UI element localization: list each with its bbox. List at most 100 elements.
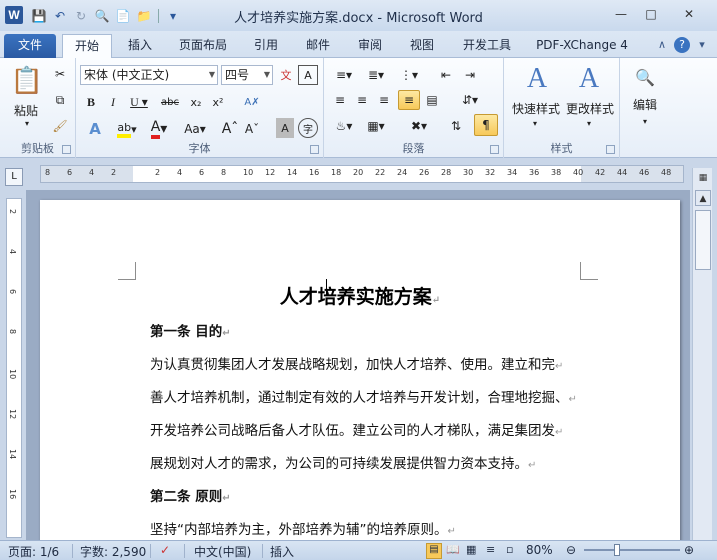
tab-mailings[interactable]: 邮件: [296, 34, 340, 58]
styles-launcher-icon[interactable]: [606, 145, 615, 154]
close-button[interactable]: ✕: [667, 4, 711, 24]
ruler-toggle-icon[interactable]: ▦: [695, 170, 711, 186]
font-size-dropdown[interactable]: 四号 ▼: [221, 65, 273, 85]
spell-check-icon[interactable]: ✓: [160, 543, 170, 557]
print-layout-icon[interactable]: ▤: [426, 543, 442, 559]
section-heading[interactable]: 第二条 原则↵: [150, 485, 231, 505]
vertical-scrollbar[interactable]: ▦ ▲: [692, 168, 712, 540]
paste-options-icon[interactable]: ▾: [22, 118, 32, 128]
insert-mode-indicator[interactable]: 插入: [270, 543, 294, 560]
character-shading-icon[interactable]: A: [276, 118, 294, 138]
shading-icon[interactable]: ♨▾: [330, 116, 358, 136]
enclose-characters-icon[interactable]: 字: [298, 118, 318, 138]
minimize-ribbon-icon[interactable]: ∧: [654, 37, 670, 53]
tab-home[interactable]: 开始: [62, 34, 112, 59]
font-color-icon[interactable]: A ▾: [146, 118, 172, 140]
cut-icon[interactable]: ✂: [50, 64, 70, 84]
line-spacing-icon[interactable]: ⇵▾: [456, 90, 484, 110]
zoom-slider-thumb[interactable]: [614, 544, 620, 556]
phonetic-guide-icon[interactable]: 文: [276, 65, 296, 85]
zoom-slider[interactable]: [584, 549, 680, 551]
align-left-icon[interactable]: ≡: [330, 90, 350, 110]
page-count[interactable]: 页面: 1/6: [8, 543, 59, 560]
borders-icon[interactable]: ▦▾: [362, 116, 390, 136]
full-screen-reading-icon[interactable]: 📖: [446, 543, 460, 556]
strikethrough-icon[interactable]: abc: [158, 92, 182, 112]
bold-icon[interactable]: B: [82, 92, 100, 112]
copy-icon[interactable]: ⧉: [50, 90, 70, 110]
tab-references[interactable]: 引用: [244, 34, 288, 58]
minimize-button[interactable]: —: [607, 4, 635, 24]
grow-font-icon[interactable]: Aˆ: [220, 118, 240, 140]
ribbon-options-icon[interactable]: ▾: [694, 37, 710, 53]
change-styles-button[interactable]: 更改样式: [562, 100, 618, 117]
quick-styles-button[interactable]: 快速样式: [508, 100, 564, 117]
document-title[interactable]: 人才培养实施方案↵: [40, 282, 680, 309]
word-count[interactable]: 字数: 2,590: [80, 543, 146, 560]
tab-pdf-xchange[interactable]: PDF-XChange 4: [532, 34, 632, 58]
document-page[interactable]: 人才培养实施方案↵ 第一条 目的↵ 为认真贯彻集团人才发展战略规划，加快人才培养、…: [40, 200, 680, 540]
character-border-icon[interactable]: A: [298, 65, 318, 85]
body-paragraph[interactable]: 善人才培养机制，通过制定有效的人才培养与开发计划，合理地挖掘、↵: [150, 386, 577, 406]
web-layout-icon[interactable]: ▦: [466, 543, 476, 556]
numbering-icon[interactable]: ≣▾: [362, 65, 390, 85]
language-indicator[interactable]: 中文(中国): [194, 543, 251, 560]
document-canvas[interactable]: 人才培养实施方案↵ 第一条 目的↵ 为认真贯彻集团人才发展战略规划，加快人才培养、…: [26, 190, 690, 540]
quick-styles-arrow-icon[interactable]: ▾: [530, 118, 540, 128]
multilevel-list-icon[interactable]: ⋮▾: [394, 65, 424, 85]
italic-icon[interactable]: I: [104, 92, 122, 112]
quick-styles-icon[interactable]: A: [520, 62, 554, 96]
format-painter-icon[interactable]: 🖌: [50, 116, 70, 136]
underline-icon[interactable]: U ▾: [126, 92, 152, 112]
zoom-out-icon[interactable]: ⊖: [566, 543, 576, 557]
paste-icon[interactable]: 📋: [10, 64, 44, 98]
tab-file[interactable]: 文件: [4, 34, 56, 58]
body-paragraph[interactable]: 开发培养公司战略后备人才队伍。建立公司的人才梯队，满足集团发↵: [150, 419, 563, 439]
tab-developer[interactable]: 开发工具: [452, 34, 522, 58]
scroll-up-icon[interactable]: ▲: [695, 190, 711, 206]
zoom-in-icon[interactable]: ⊕: [684, 543, 694, 557]
paste-button[interactable]: 粘贴: [6, 102, 46, 119]
find-icon[interactable]: 🔍: [632, 64, 658, 90]
outline-view-icon[interactable]: ≡: [486, 543, 495, 556]
body-paragraph[interactable]: 为认真贯彻集团人才发展战略规划，加快人才培养、使用。建立和完↵: [150, 353, 563, 373]
change-styles-icon[interactable]: A: [572, 62, 606, 96]
font-launcher-icon[interactable]: [310, 145, 319, 154]
shrink-font-icon[interactable]: Aˇ: [242, 118, 262, 140]
tab-view[interactable]: 视图: [400, 34, 444, 58]
tab-selector-icon[interactable]: L: [5, 168, 23, 186]
text-effects-icon[interactable]: A: [82, 118, 108, 140]
decrease-indent-icon[interactable]: ⇤: [436, 65, 456, 85]
paragraph-launcher-icon[interactable]: [490, 145, 499, 154]
distributed-icon[interactable]: ▤: [422, 90, 442, 110]
chinese-layout-icon[interactable]: ✖▾: [404, 116, 434, 136]
clipboard-launcher-icon[interactable]: [62, 145, 71, 154]
horizontal-ruler[interactable]: 8 6 4 2 2 4 6 8 10 12 14 16 18 20 22 24 26 28 30 32 34 36 38 40…: [40, 165, 684, 183]
justify-icon[interactable]: ≡: [398, 90, 420, 110]
tab-insert[interactable]: 插入: [116, 34, 164, 58]
zoom-level[interactable]: 80%: [526, 543, 553, 557]
tab-page-layout[interactable]: 页面布局: [170, 34, 236, 58]
highlight-color-icon[interactable]: ab ▾: [112, 118, 142, 140]
change-styles-arrow-icon[interactable]: ▾: [584, 118, 594, 128]
align-right-icon[interactable]: ≡: [374, 90, 394, 110]
clear-formatting-icon[interactable]: A✗: [242, 92, 262, 112]
align-center-icon[interactable]: ≡: [352, 90, 372, 110]
scroll-thumb[interactable]: [695, 210, 711, 270]
show-marks-icon[interactable]: ¶: [474, 114, 498, 136]
increase-indent-icon[interactable]: ⇥: [460, 65, 480, 85]
help-icon[interactable]: ?: [674, 37, 690, 53]
superscript-icon[interactable]: x²: [208, 92, 228, 112]
section-heading[interactable]: 第一条 目的↵: [150, 320, 231, 340]
editing-button[interactable]: 编辑: [622, 96, 668, 113]
body-paragraph[interactable]: 展规划对人才的需求，为公司的可持续发展提供智力资本支持。↵: [150, 452, 536, 472]
tab-review[interactable]: 审阅: [348, 34, 392, 58]
subscript-icon[interactable]: x₂: [186, 92, 206, 112]
body-paragraph[interactable]: 坚持“内部培养为主，外部培养为辅”的培养原则。↵: [150, 518, 456, 538]
font-name-dropdown[interactable]: 宋体 (中文正文) ▼: [80, 65, 218, 85]
editing-arrow-icon[interactable]: ▾: [640, 116, 650, 126]
sort-icon[interactable]: ⇅: [446, 116, 466, 136]
maximize-button[interactable]: □: [637, 4, 665, 24]
change-case-icon[interactable]: Aa▾: [180, 118, 210, 140]
draft-view-icon[interactable]: ▫: [506, 543, 513, 556]
